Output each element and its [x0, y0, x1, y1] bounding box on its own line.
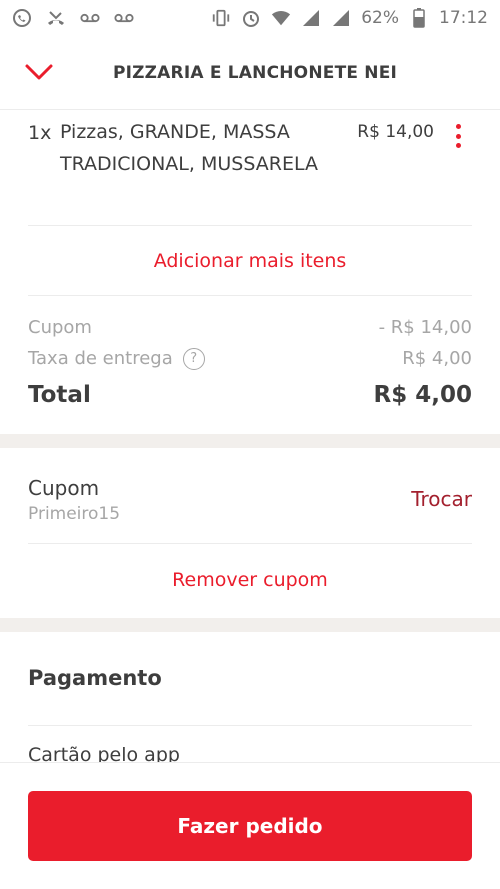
remove-coupon-button[interactable]: Remover cupom — [28, 545, 472, 615]
item-description: Pizzas, GRANDE, MASSA TRADICIONAL, MUSSA… — [60, 121, 318, 175]
more-options-icon[interactable] — [454, 124, 462, 148]
whatsapp-icon — [12, 8, 32, 28]
item-quantity: 1x — [28, 122, 52, 144]
coupon-label: Cupom — [28, 317, 92, 338]
coupon-code: Primeiro15 — [28, 504, 121, 524]
footer-bar: Fazer pedido — [0, 762, 500, 889]
place-order-button[interactable]: Fazer pedido — [28, 791, 472, 861]
coupon-section: Cupom Primeiro15 Trocar — [28, 462, 472, 544]
add-more-items-button[interactable]: Adicionar mais itens — [28, 226, 472, 296]
vibrate-icon — [211, 8, 231, 28]
order-item: 1x Pizzas, GRANDE, MASSA TRADICIONAL, MU… — [28, 121, 472, 226]
order-summary: Cupom - R$ 14,00 Taxa de entrega? R$ 4,0… — [28, 312, 472, 414]
voicemail-icon — [80, 8, 100, 28]
app-header: PIZZARIA E LANCHONETE NEI — [0, 36, 500, 110]
status-bar: 62% 17:12 — [0, 0, 500, 36]
section-divider — [0, 434, 500, 448]
voicemail-icon — [114, 8, 134, 28]
section-divider — [0, 618, 500, 632]
delivery-value: R$ 4,00 — [402, 348, 472, 369]
total-label: Total — [28, 382, 91, 408]
item-price: R$ 14,00 — [357, 122, 434, 142]
total-value: R$ 4,00 — [373, 382, 472, 408]
coupon-value: - R$ 14,00 — [378, 317, 472, 338]
payment-method[interactable]: Cartão pelo app — [28, 744, 180, 762]
coupon-row: Cupom - R$ 14,00 — [28, 312, 472, 343]
alarm-icon — [241, 8, 261, 28]
clock: 17:12 — [439, 8, 488, 28]
page-title: PIZZARIA E LANCHONETE NEI — [112, 62, 398, 83]
signal-icon — [331, 8, 351, 28]
missed-call-icon — [46, 8, 66, 28]
coupon-title: Cupom — [28, 476, 100, 500]
signal-icon — [301, 8, 321, 28]
change-coupon-button[interactable]: Trocar — [411, 487, 472, 511]
payment-title: Pagamento — [28, 666, 162, 690]
wifi-icon — [271, 8, 291, 28]
battery-icon — [409, 8, 429, 28]
delivery-label: Taxa de entrega — [28, 347, 173, 369]
delivery-label-group: Taxa de entrega? — [28, 347, 205, 370]
chevron-down-icon[interactable] — [24, 60, 54, 84]
total-row: Total R$ 4,00 — [28, 376, 472, 414]
help-icon[interactable]: ? — [182, 347, 205, 370]
delivery-row: Taxa de entrega? R$ 4,00 — [28, 343, 472, 374]
battery-percent: 62% — [361, 8, 399, 28]
payment-section: Pagamento — [28, 634, 472, 726]
